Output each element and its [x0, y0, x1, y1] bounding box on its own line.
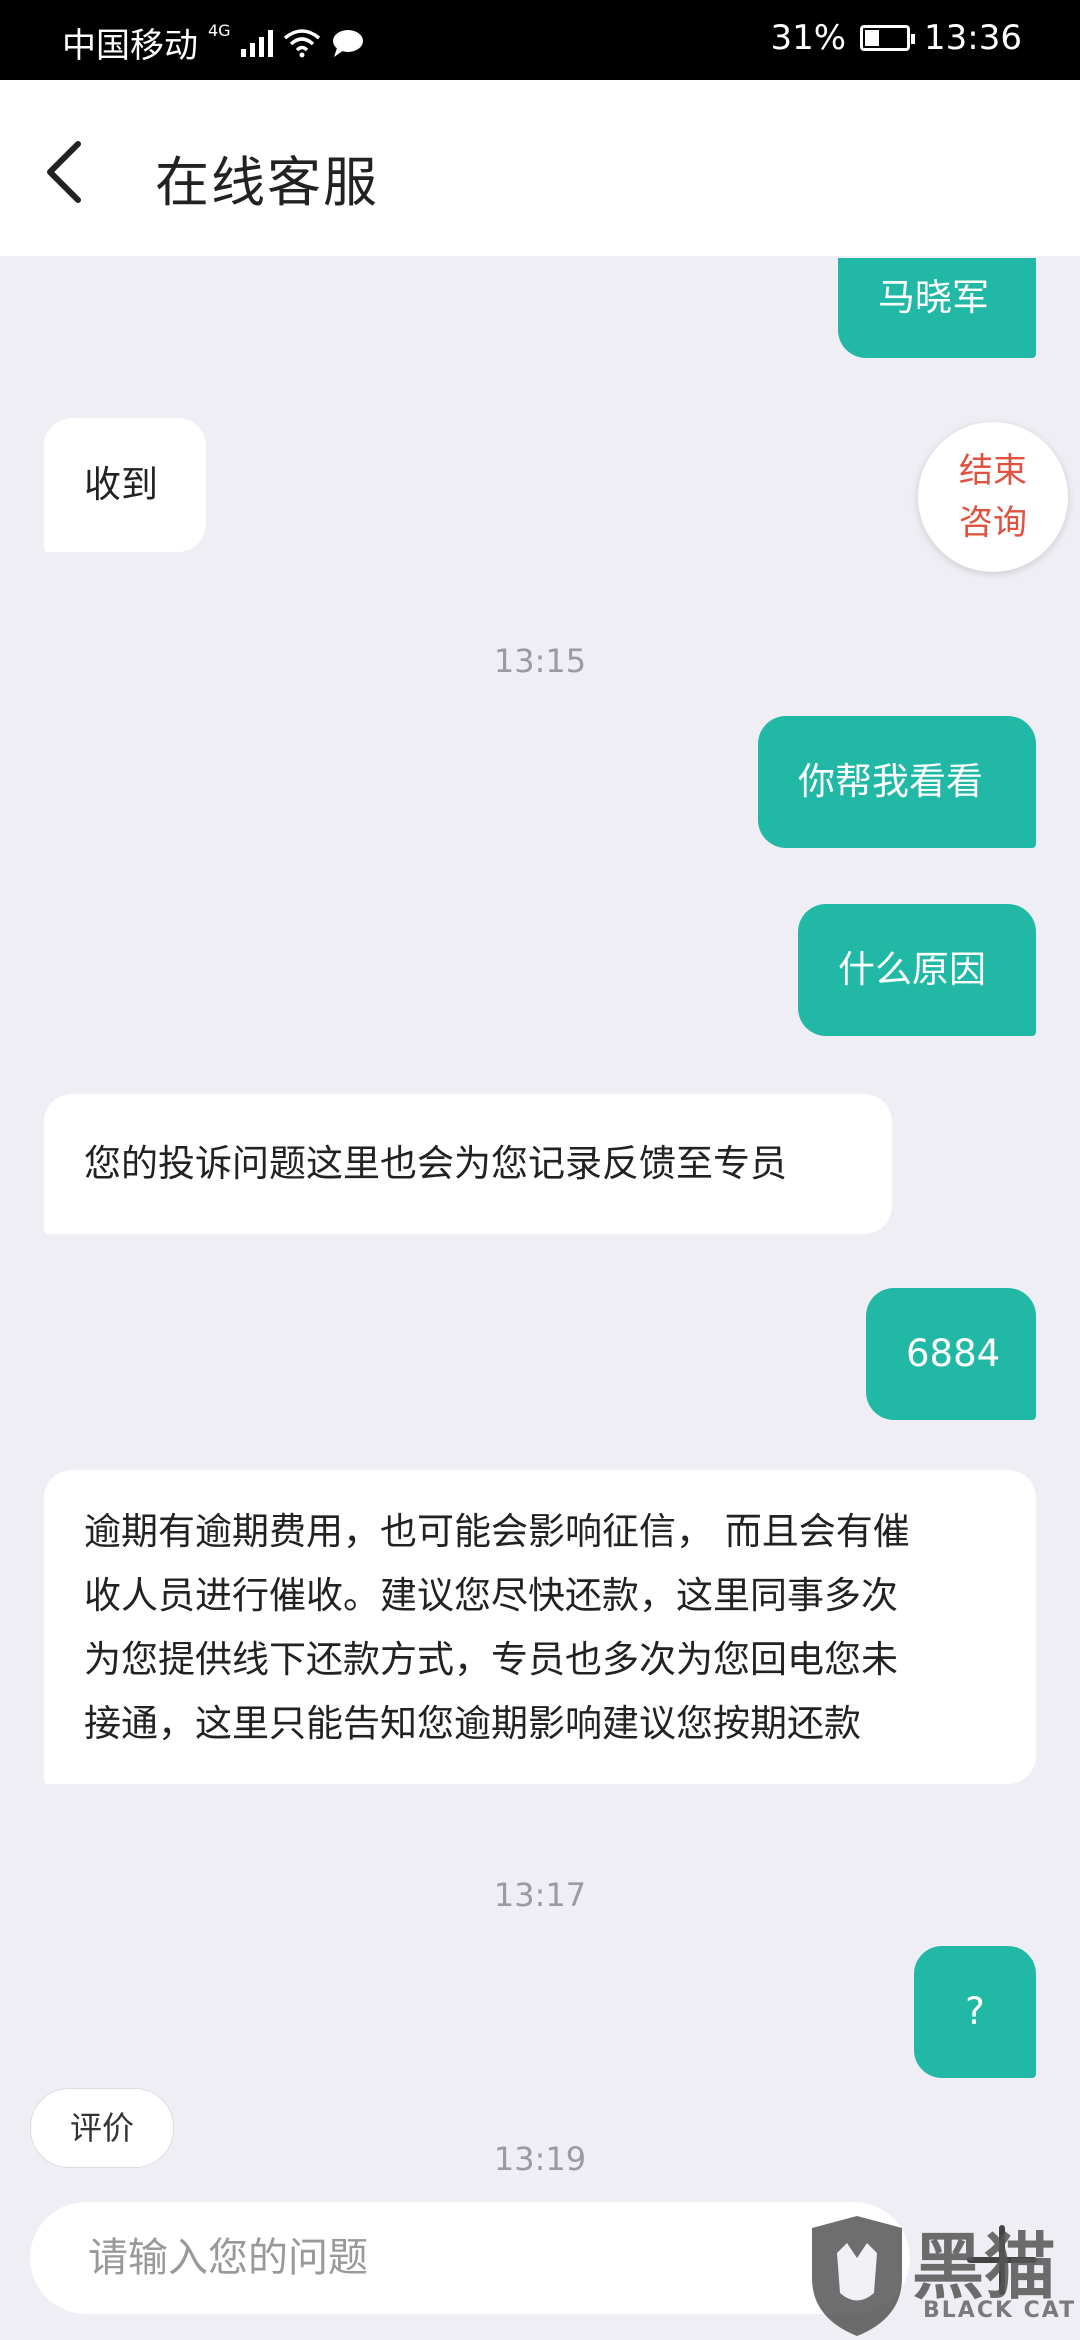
end-button-line2: 咨询	[959, 503, 1027, 543]
wifi-icon	[283, 28, 320, 57]
message-text: 您的投诉问题这里也会为您记录反馈至专员	[84, 1142, 787, 1185]
message-icon	[332, 29, 363, 57]
battery-icon	[860, 25, 916, 51]
timestamp: 13:15	[493, 642, 587, 680]
message-bubble-outgoing: 你帮我看看	[758, 716, 1036, 848]
status-bar: 中国移动 4G 31% 13:36	[0, 0, 1080, 80]
watermark-logo: 黑猫 BLACK CAT	[800, 2208, 1080, 2340]
message-text-line: 收人员进行催收。建议您尽快还款，这里同事多次	[84, 1574, 898, 1617]
signal-icon	[240, 29, 273, 57]
cat-shield-icon	[812, 2216, 902, 2336]
timestamp: 13:17	[493, 1876, 587, 1914]
message-bubble-incoming: 收到	[44, 418, 206, 552]
message-text-line: 为您提供线下还款方式，专员也多次为您回电您未	[84, 1638, 898, 1681]
message-text-line: 逾期有逾期费用，也可能会影响征信， 而且会有催	[84, 1510, 910, 1553]
network-type: 4G	[208, 21, 231, 40]
message-text: 你帮我看看	[798, 760, 983, 803]
watermark-subtext: BLACK CAT	[923, 2298, 1077, 2323]
clock: 13:36	[924, 18, 1022, 58]
message-bubble-outgoing: 什么原因	[798, 904, 1036, 1036]
back-button[interactable]	[36, 130, 106, 210]
message-text-line: 接通，这里只能告知您逾期影响建议您按期还款	[84, 1702, 861, 1745]
message-text: 什么原因	[838, 948, 986, 991]
message-bubble-outgoing: 6884	[866, 1288, 1036, 1420]
carrier-name: 中国移动	[62, 26, 198, 66]
message-text: 收到	[84, 463, 158, 506]
end-button-line1: 结束	[959, 451, 1027, 491]
chevron-left-icon	[47, 141, 81, 203]
message-bubble-outgoing: 马晓军	[838, 258, 1036, 358]
message-bubble-incoming: 您的投诉问题这里也会为您记录反馈至专员	[44, 1094, 892, 1234]
battery-percent: 31%	[770, 18, 847, 58]
message-text: 6884	[906, 1332, 1001, 1375]
message-text: 马晓军	[878, 276, 989, 319]
app-header: 在线客服	[0, 80, 1080, 256]
end-consultation-button[interactable]: 结束 咨询	[918, 422, 1068, 572]
message-bubble-outgoing: ?	[914, 1946, 1036, 2078]
message-text: ?	[965, 1990, 985, 2033]
timestamp: 13:19	[493, 2140, 587, 2178]
message-bubble-incoming: 逾期有逾期费用，也可能会影响征信， 而且会有催 收人员进行催收。建议您尽快还款，…	[44, 1470, 1036, 1784]
message-input[interactable]: 请输入您的问题	[30, 2202, 910, 2314]
page-title: 在线客服	[155, 151, 379, 214]
